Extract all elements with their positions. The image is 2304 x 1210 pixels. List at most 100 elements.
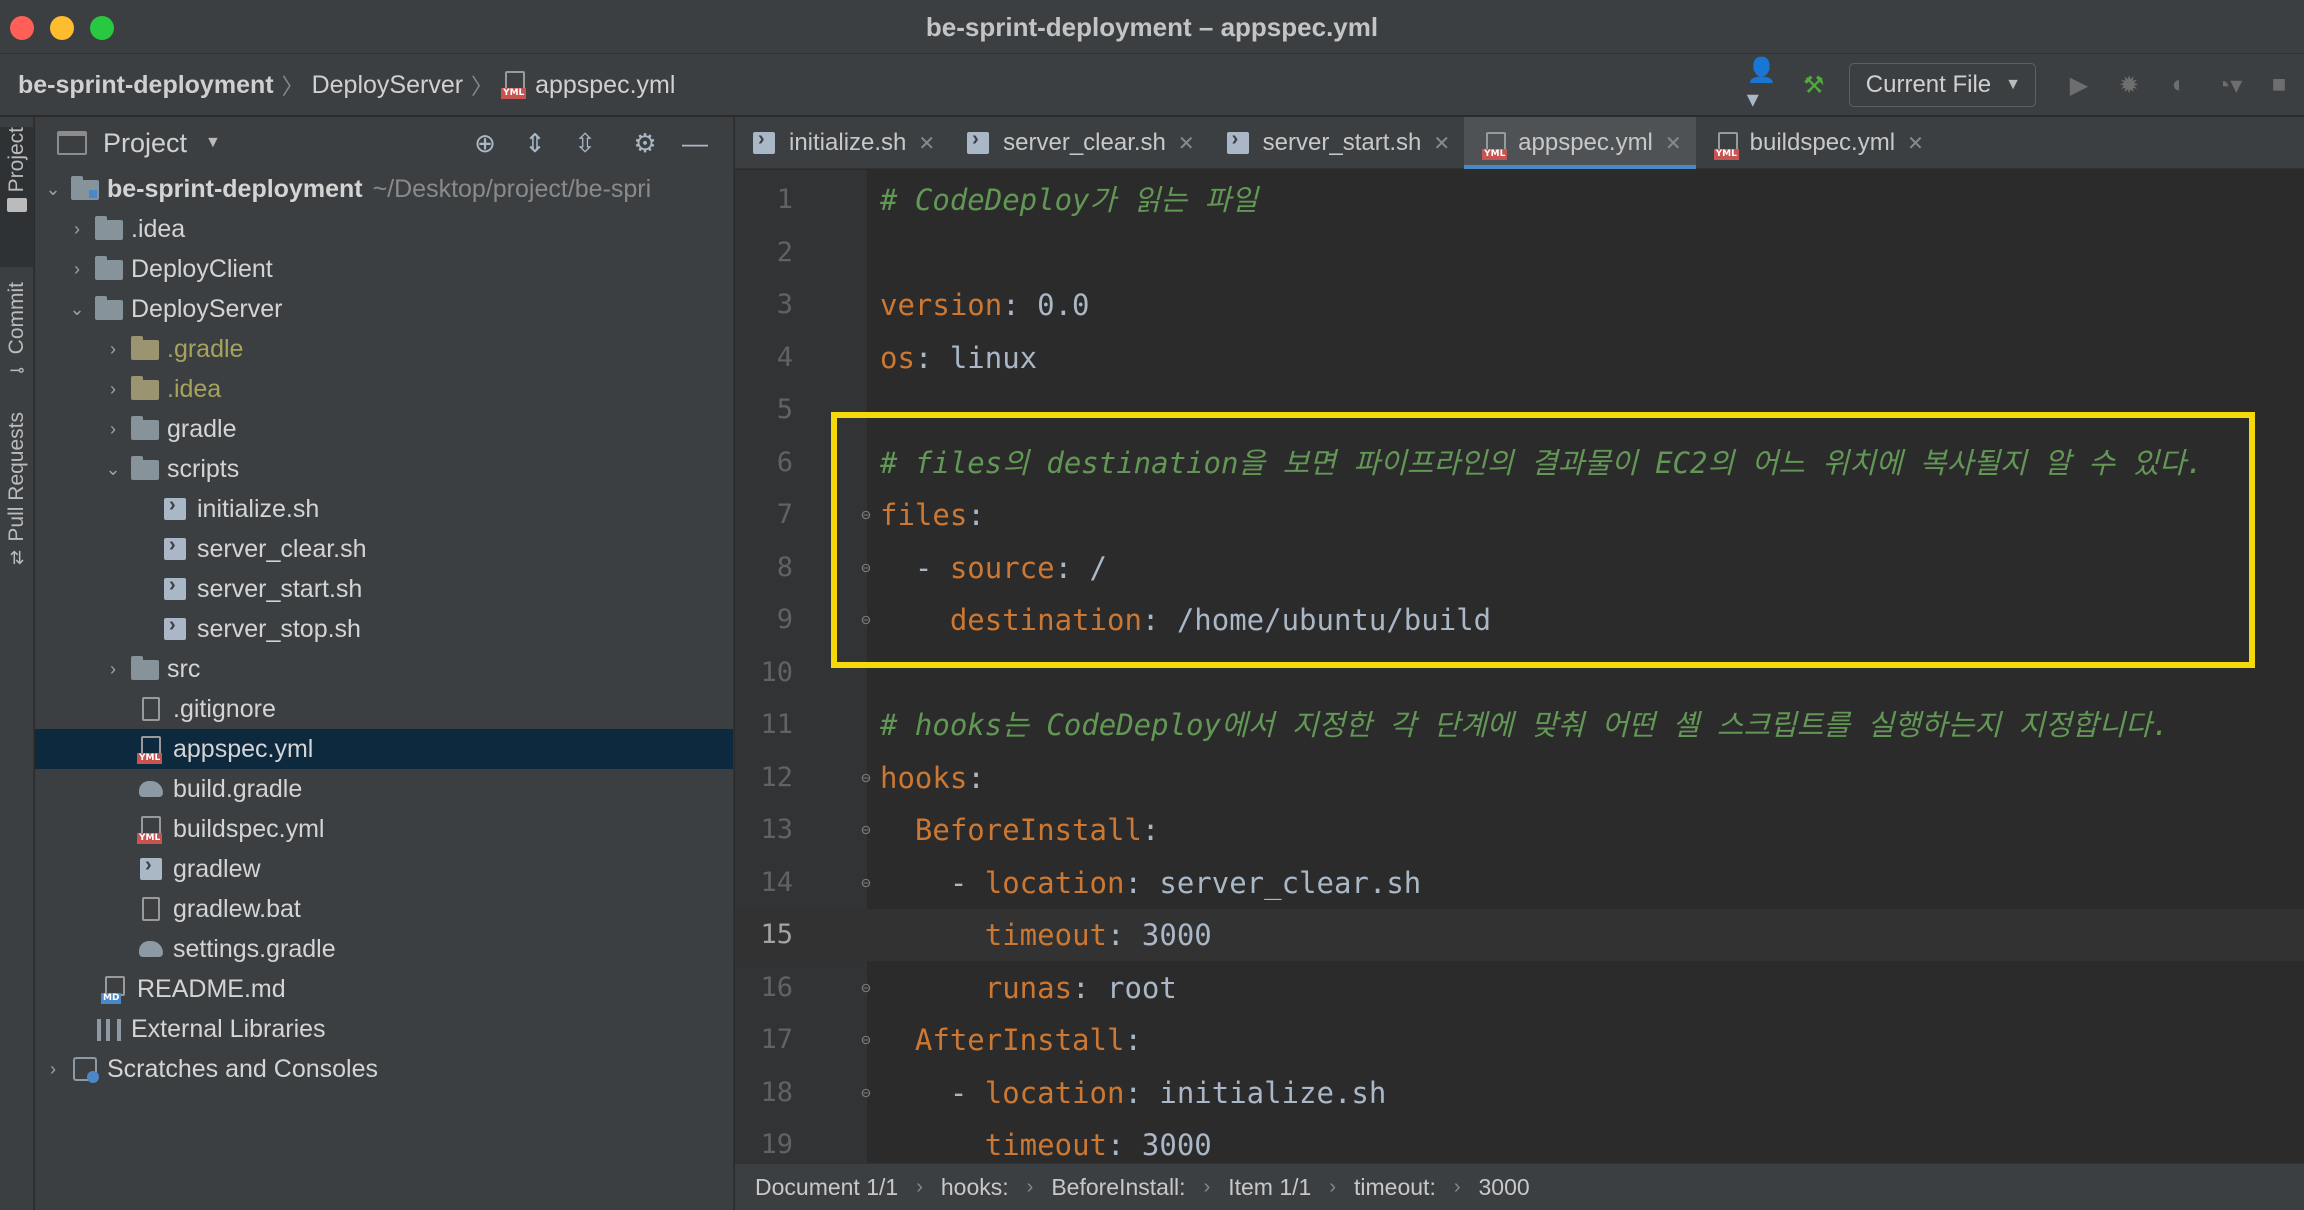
tab-server-clear-sh[interactable]: server_clear.sh ✕ <box>949 117 1209 169</box>
tree-item-scratches[interactable]: › Scratches and Consoles <box>35 1049 733 1089</box>
fold-marker-icon[interactable]: ⊖ <box>856 505 876 525</box>
tree-item-settings-gradle[interactable]: settings.gradle <box>35 929 733 969</box>
project-tool-button[interactable]: Project <box>0 127 34 267</box>
run-configuration-select[interactable]: Current File ▼ <box>1848 63 2036 107</box>
stop-icon[interactable]: ■ <box>2262 68 2296 102</box>
close-icon[interactable]: ✕ <box>1665 131 1682 156</box>
code-line[interactable]: 19 timeout: 3000 <box>735 1119 2304 1163</box>
code-line[interactable]: 16 ⊖ runas: root <box>735 962 2304 1014</box>
tab-buildspec-yml[interactable]: YML buildspec.yml ✕ <box>1696 117 1938 169</box>
tab-appspec-yml[interactable]: YML appspec.yml ✕ <box>1464 117 1696 169</box>
fold-marker-icon[interactable]: ⊖ <box>856 558 876 578</box>
code-line[interactable]: 3 version: 0.0 <box>735 279 2304 331</box>
tree-item-buildspec-yml[interactable]: YML buildspec.yml <box>35 809 733 849</box>
user-icon[interactable]: 👤▾ <box>1747 57 1781 113</box>
tab-initialize-sh[interactable]: initialize.sh ✕ <box>735 117 949 169</box>
chevron-down-icon[interactable]: ⌄ <box>41 179 65 200</box>
code-line[interactable]: 18 ⊖ - location: initialize.sh <box>735 1067 2304 1119</box>
tree-item-deployclient[interactable]: › DeployClient <box>35 249 733 289</box>
coverage-icon[interactable]: ◐ <box>2162 68 2196 102</box>
code-editor[interactable]: 1 # CodeDeploy가 읽는 파일 2 3 version: 0.0 4 os: l… <box>735 170 2304 1163</box>
tree-item-initialize-sh[interactable]: initialize.sh <box>35 489 733 529</box>
close-icon[interactable]: ✕ <box>918 131 935 156</box>
status-crumb[interactable]: hooks: <box>941 1174 1009 1201</box>
fold-marker-icon[interactable]: ⊖ <box>856 1083 876 1103</box>
fold-marker-icon[interactable]: ⊖ <box>856 820 876 840</box>
code-line[interactable]: 8 ⊖ - source: / <box>735 542 2304 594</box>
fold-marker-icon[interactable]: ⊖ <box>856 768 876 788</box>
project-panel-title[interactable]: Project <box>103 128 187 159</box>
locate-icon[interactable]: ⊕ <box>470 128 500 158</box>
code-line[interactable]: 4 os: linux <box>735 332 2304 384</box>
code-line[interactable]: 10 <box>735 647 2304 699</box>
tree-item-server-stop-sh[interactable]: server_stop.sh <box>35 609 733 649</box>
tree-item-server-start-sh[interactable]: server_start.sh <box>35 569 733 609</box>
code-line[interactable]: 9 ⊖ destination: /home/ubuntu/build <box>735 594 2304 646</box>
fold-marker-icon[interactable]: ⊖ <box>856 978 876 998</box>
gear-icon[interactable]: ⚙ <box>630 128 660 158</box>
debug-icon[interactable]: ✹ <box>2112 68 2146 102</box>
chevron-down-icon[interactable]: ⌄ <box>65 299 89 320</box>
chevron-down-icon[interactable]: ⌄ <box>101 459 125 480</box>
code-line[interactable]: 6 # files의 destination을 보면 파이프라인의 결과물이 EC… <box>735 437 2304 489</box>
chevron-right-icon[interactable]: › <box>101 339 125 360</box>
tree-item-server-clear-sh[interactable]: server_clear.sh <box>35 529 733 569</box>
breadcrumb-module[interactable]: DeployServer <box>312 71 463 100</box>
tree-item-src[interactable]: › src <box>35 649 733 689</box>
tree-item-gradlew[interactable]: gradlew <box>35 849 733 889</box>
profile-icon[interactable]: ◔▾ <box>2212 68 2246 102</box>
status-crumb[interactable]: 3000 <box>1479 1174 1530 1201</box>
tree-item-gradle[interactable]: › gradle <box>35 409 733 449</box>
code-line[interactable]: 15 timeout: 3000 <box>735 909 2304 961</box>
code-line[interactable]: 2 <box>735 227 2304 279</box>
fold-marker-icon[interactable]: ⊖ <box>856 1030 876 1050</box>
code-line[interactable]: 1 # CodeDeploy가 읽는 파일 <box>735 174 2304 226</box>
chevron-right-icon[interactable]: › <box>101 659 125 680</box>
status-crumb[interactable]: Item 1/1 <box>1228 1174 1311 1201</box>
status-crumb[interactable]: Document 1/1 <box>755 1174 898 1201</box>
code-line[interactable]: 11 # hooks는 CodeDeploy에서 지정한 각 단계에 맞춰 어떤 … <box>735 699 2304 751</box>
fold-marker-icon[interactable]: ⊖ <box>856 610 876 630</box>
chevron-right-icon[interactable]: › <box>41 1059 65 1080</box>
tree-item-build-gradle[interactable]: build.gradle <box>35 769 733 809</box>
tree-item-external-libraries[interactable]: External Libraries <box>35 1009 733 1049</box>
code-line[interactable]: 14 ⊖ - location: server_clear.sh <box>735 857 2304 909</box>
chevron-right-icon[interactable]: › <box>101 379 125 400</box>
tree-item-root[interactable]: ⌄ be-sprint-deployment ~/Desktop/project… <box>35 169 733 209</box>
pull-requests-tool-button[interactable]: Pull Requests ⇅ <box>0 412 34 612</box>
tree-item-server-idea[interactable]: › .idea <box>35 369 733 409</box>
tree-item-readme-md[interactable]: MD README.md <box>35 969 733 1009</box>
run-icon[interactable]: ▶ <box>2062 68 2096 102</box>
tree-item-gitignore[interactable]: .gitignore <box>35 689 733 729</box>
collapse-all-icon[interactable]: ⇳ <box>570 128 600 158</box>
status-crumb[interactable]: timeout: <box>1354 1174 1436 1201</box>
tree-item-appspec-yml[interactable]: YML appspec.yml <box>35 729 733 769</box>
fold-marker-icon[interactable]: ⊖ <box>856 873 876 893</box>
tree-item-label: src <box>167 654 201 683</box>
close-icon[interactable]: ✕ <box>1433 131 1450 156</box>
tab-server-start-sh[interactable]: server_start.sh ✕ <box>1209 117 1464 169</box>
code-line[interactable]: 7 ⊖ files: <box>735 489 2304 541</box>
close-icon[interactable]: ✕ <box>1178 131 1195 156</box>
expand-all-icon[interactable]: ⇕ <box>520 128 550 158</box>
tree-item-deployserver[interactable]: ⌄ DeployServer <box>35 289 733 329</box>
close-icon[interactable]: ✕ <box>1907 131 1924 156</box>
commit-tool-button[interactable]: Commit ⊸ <box>0 282 34 392</box>
chevron-right-icon[interactable]: › <box>65 219 89 240</box>
breadcrumb-project[interactable]: be-sprint-deployment <box>18 71 274 100</box>
chevron-right-icon[interactable]: › <box>65 259 89 280</box>
minimize-icon[interactable]: — <box>680 128 710 158</box>
code-line[interactable]: 17 ⊖ AfterInstall: <box>735 1014 2304 1066</box>
breadcrumb-file[interactable]: appspec.yml <box>535 71 675 100</box>
tree-item-dot-gradle[interactable]: › .gradle <box>35 329 733 369</box>
chevron-right-icon[interactable]: › <box>101 419 125 440</box>
status-crumb[interactable]: BeforeInstall: <box>1051 1174 1185 1201</box>
tree-item-idea[interactable]: › .idea <box>35 209 733 249</box>
tree-item-gradlew-bat[interactable]: gradlew.bat <box>35 889 733 929</box>
tree-item-scripts[interactable]: ⌄ scripts <box>35 449 733 489</box>
build-hammer-icon[interactable]: ⚒ <box>1797 68 1831 102</box>
code-line[interactable]: 12 ⊖ hooks: <box>735 752 2304 804</box>
code-line[interactable]: 5 <box>735 384 2304 436</box>
chevron-down-icon[interactable]: ▼ <box>205 134 221 152</box>
code-line[interactable]: 13 ⊖ BeforeInstall: <box>735 804 2304 856</box>
